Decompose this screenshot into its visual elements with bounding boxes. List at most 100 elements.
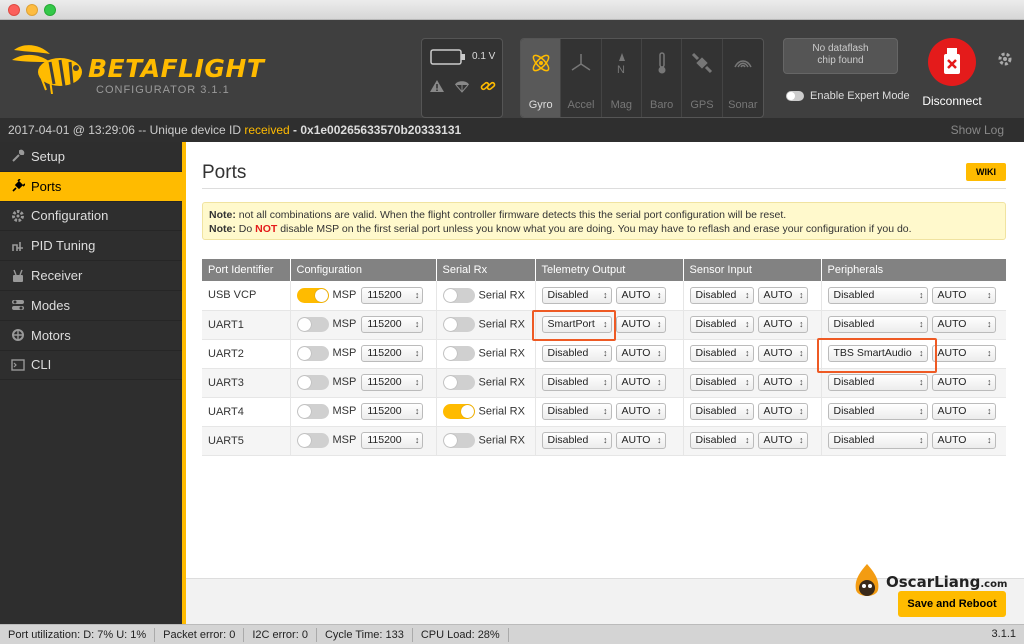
telemetry-baud-select[interactable]: AUTO [615,403,666,420]
telemetry-select[interactable]: Disabled [541,432,612,449]
sidebar: Setup Ports Configuration PID Tuning Rec… [0,142,182,624]
serial-rx-toggle[interactable] [442,317,475,332]
telemetry-baud-select[interactable]: AUTO [615,316,666,333]
serial-rx-toggle[interactable] [442,375,475,390]
telemetry-baud-select[interactable]: AUTO [615,374,666,391]
peripheral-baud-select[interactable]: AUTO [931,403,996,420]
msp-toggle[interactable] [296,404,329,419]
msp-toggle[interactable] [296,375,329,390]
msp-baud-select[interactable]: 115200 [361,374,424,391]
window-minimize-button[interactable] [26,4,38,16]
serial-rx-toggle[interactable] [442,287,475,303]
port-identifier: UART1 [202,310,291,340]
modes-icon [10,298,26,312]
msp-label: MSP [332,405,357,418]
msp-toggle[interactable] [296,317,329,332]
telemetry-baud-select[interactable]: AUTO [615,432,666,449]
wrench-icon [10,149,26,163]
svg-text:N: N [617,64,625,75]
expert-mode-switch[interactable] [786,91,804,101]
msp-baud-select[interactable]: 115200 [361,286,424,304]
disconnect-circle[interactable] [928,38,976,86]
cpu-load: CPU Load: 28% [413,627,509,642]
sidebar-item-ports[interactable]: Ports [0,171,182,202]
serial-rx-toggle[interactable] [442,433,475,448]
save-and-reboot-button[interactable]: Save and Reboot [898,591,1006,617]
configuration-cell: MSP 115200 [290,310,437,340]
msp-label: MSP [332,434,357,447]
sidebar-item-receiver[interactable]: Receiver [0,261,182,291]
serial-rx-toggle[interactable] [442,346,475,361]
oscarliang-logo-icon [855,564,879,596]
msp-baud-select[interactable]: 115200 [361,403,424,420]
sensor-baud-select[interactable]: AUTO [757,432,808,449]
telemetry-baud-select[interactable]: AUTO [615,345,666,362]
sensor-baud-select[interactable]: AUTO [757,286,808,304]
motors-icon [10,328,26,342]
main-content: Ports WIKI Note: not all combinations ar… [186,142,1024,624]
betaflight-logo: BETAFLIGHT CONFIGURATOR 3.1.1 [10,40,264,100]
sensor-baud-select[interactable]: AUTO [757,374,808,391]
sensor-select[interactable]: Disabled [689,286,754,304]
sensor-baud-select[interactable]: AUTO [757,345,808,362]
peripheral-select[interactable]: Disabled [827,316,928,333]
telemetry-select[interactable]: Disabled [541,403,612,420]
disconnect-label: Disconnect [922,94,982,108]
page-title: Ports [202,162,247,183]
port-utilization: Port utilization: D: 7% U: 1% [0,627,156,642]
msp-toggle[interactable] [296,287,329,303]
peripheral-baud-select[interactable]: AUTO [931,316,996,333]
sidebar-item-pid-tuning[interactable]: PID Tuning [0,231,182,262]
peripheral-select[interactable]: Disabled [827,432,928,449]
wiki-button[interactable]: WIKI [966,163,1006,181]
sensor-baud-select[interactable]: AUTO [757,403,808,420]
receiver-icon [10,269,26,283]
peripheral-select[interactable]: Disabled [827,286,928,304]
note-text: disable MSP on the first serial port unl… [277,223,912,235]
sensor-select[interactable]: Disabled [689,374,754,391]
configuration-cell: MSP 115200 [290,368,437,398]
msp-baud-select[interactable]: 115200 [361,345,424,362]
serial-rx-toggle[interactable] [442,404,475,419]
peripheral-baud-select[interactable]: AUTO [931,374,996,391]
telemetry-baud-select[interactable]: AUTO [615,286,666,304]
window-titlebar [0,0,1024,20]
window-maximize-button[interactable] [44,4,56,16]
peripheral-baud-select[interactable]: AUTO [931,345,996,362]
settings-gear-icon[interactable] [996,50,1014,68]
sensor-status-panel: Gyro Accel N Mag Baro GPS Sonar [520,38,764,118]
sidebar-item-setup[interactable]: Setup [0,142,182,172]
peripheral-baud-select[interactable]: AUTO [931,286,996,304]
sidebar-item-motors[interactable]: Motors [0,321,182,351]
serial-rx-label: Serial RX [478,376,525,389]
sidebar-item-modes[interactable]: Modes [0,291,182,321]
disconnect-button[interactable]: Disconnect [912,38,992,122]
telemetry-cell: DisabledAUTO [535,397,684,427]
telemetry-select[interactable]: Disabled [541,345,612,362]
sidebar-item-configuration[interactable]: Configuration [0,202,182,232]
window-close-button[interactable] [8,4,20,16]
sidebar-item-cli[interactable]: CLI [0,351,182,381]
sensor-select[interactable]: Disabled [689,432,754,449]
sensor-select[interactable]: Disabled [689,345,754,362]
sensor-baud-select[interactable]: AUTO [757,316,808,333]
note-label: Note: [209,209,236,221]
smartport-highlight [532,310,616,341]
sensor-select[interactable]: Disabled [689,316,754,333]
peripheral-baud-select[interactable]: AUTO [931,432,996,449]
peripheral-select[interactable]: Disabled [827,403,928,420]
msp-baud-select[interactable]: 115200 [361,432,424,449]
sensor-select[interactable]: Disabled [689,403,754,420]
telemetry-select[interactable]: Disabled [541,374,612,391]
peripheral-select[interactable]: Disabled [827,374,928,391]
telemetry-select[interactable]: Disabled [541,286,612,304]
expert-mode-toggle[interactable]: Enable Expert Mode [786,90,910,102]
msp-toggle[interactable] [296,433,329,448]
msp-baud-select[interactable]: 115200 [361,316,424,333]
msp-toggle[interactable] [296,346,329,361]
port-identifier: UART5 [202,426,291,456]
telemetry-cell: DisabledAUTO [535,426,684,456]
sensor-label: GPS [690,99,714,111]
logo-subtitle: CONFIGURATOR 3.1.1 [96,84,230,96]
show-log-link[interactable]: Show Log [951,118,1004,142]
